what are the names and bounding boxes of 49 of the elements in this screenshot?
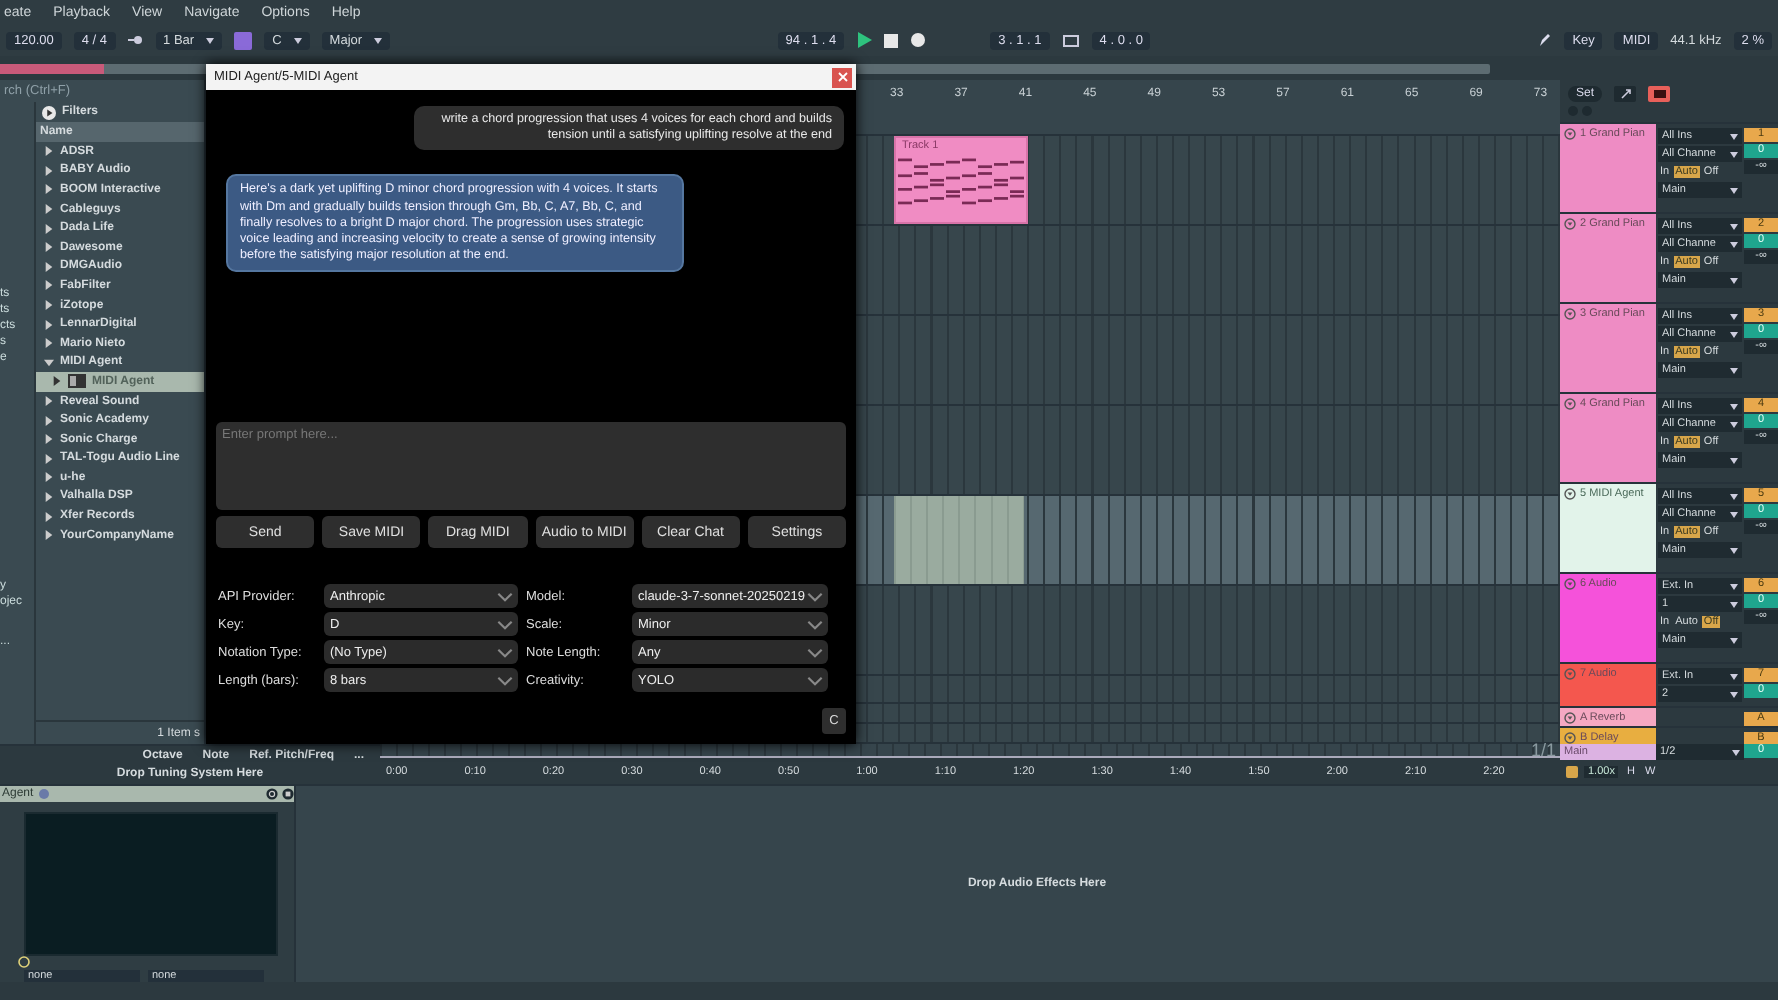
record-arm-icon[interactable] bbox=[1648, 86, 1671, 102]
dropdown-arrow-icon bbox=[1730, 313, 1738, 319]
dropdown-arrow-icon bbox=[1730, 421, 1738, 427]
fold-icon[interactable] bbox=[1564, 218, 1576, 230]
dropdown-arrow-icon bbox=[1730, 691, 1738, 697]
close-button[interactable] bbox=[832, 67, 852, 87]
dropdown-arrow-icon bbox=[1730, 601, 1738, 607]
dropdown-arrow-icon bbox=[1730, 637, 1738, 643]
fold-icon[interactable] bbox=[1564, 398, 1576, 410]
record-icon[interactable] bbox=[910, 32, 927, 48]
dropdown-arrow-icon bbox=[374, 37, 383, 43]
dropdown-arrow-icon bbox=[1730, 673, 1738, 679]
fold-icon[interactable] bbox=[1564, 732, 1576, 744]
dropdown-arrow-icon bbox=[1732, 749, 1740, 755]
play-icon[interactable] bbox=[856, 32, 873, 48]
fold-icon[interactable] bbox=[1564, 128, 1576, 140]
dropdown-arrow-icon bbox=[1730, 493, 1738, 499]
dropdown-arrow-icon bbox=[1730, 241, 1738, 247]
dropdown-arrow-icon bbox=[1730, 367, 1738, 373]
dropdown-arrow-icon bbox=[1730, 403, 1738, 409]
dropdown-arrow-icon bbox=[1730, 331, 1738, 337]
save-icon[interactable] bbox=[282, 787, 294, 800]
page-indicator: 1/1 bbox=[1530, 744, 1556, 756]
fold-icon[interactable] bbox=[1564, 308, 1576, 320]
dropdown-arrow-icon bbox=[293, 37, 302, 43]
dropdown-arrow-icon bbox=[1730, 223, 1738, 229]
scale-icon[interactable] bbox=[234, 31, 253, 49]
dropdown-arrow-icon bbox=[1730, 457, 1738, 463]
dropdown-arrow-icon bbox=[206, 37, 215, 43]
dropdown-arrow-icon bbox=[1730, 511, 1738, 517]
loop-icon[interactable] bbox=[1061, 33, 1080, 47]
plugin-icon bbox=[68, 374, 86, 389]
dropdown-arrow-icon bbox=[1730, 151, 1738, 157]
expand-icon[interactable] bbox=[1614, 86, 1637, 102]
dropdown-arrow-icon bbox=[1730, 187, 1738, 193]
dropdown-arrow-icon bbox=[1730, 277, 1738, 283]
metronome-icon[interactable] bbox=[127, 34, 144, 46]
fold-icon[interactable] bbox=[1564, 488, 1576, 500]
pencil-icon[interactable] bbox=[1538, 33, 1553, 47]
knob-icon[interactable] bbox=[18, 956, 30, 969]
dropdown-arrow-icon bbox=[1730, 583, 1738, 589]
dropdown-arrow-icon bbox=[1730, 133, 1738, 139]
power-icon[interactable] bbox=[266, 787, 278, 800]
stop-icon[interactable] bbox=[884, 33, 899, 47]
filter-toggle-icon[interactable] bbox=[42, 105, 56, 119]
close-icon[interactable] bbox=[837, 72, 847, 82]
follow-icon[interactable] bbox=[1566, 766, 1578, 778]
fold-icon[interactable] bbox=[1564, 712, 1576, 724]
dropdown-arrow-icon bbox=[1730, 547, 1738, 553]
